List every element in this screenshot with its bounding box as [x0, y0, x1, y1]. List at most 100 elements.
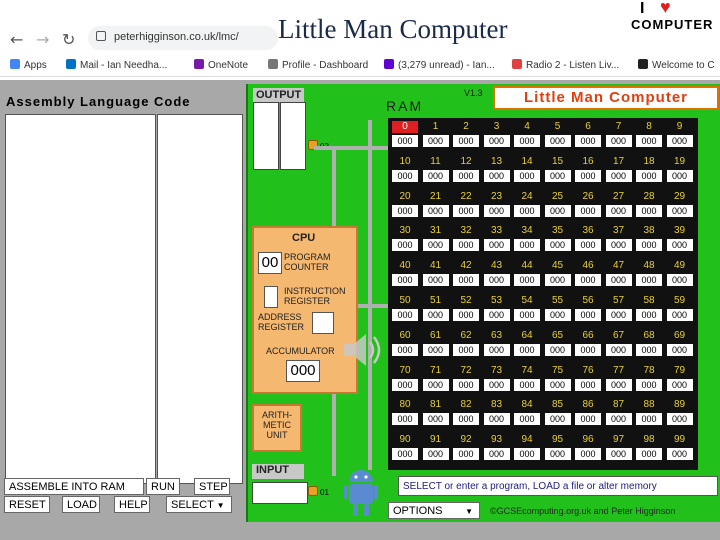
ram-cell-33[interactable]: 33 000 — [483, 225, 510, 252]
ram-cell-44[interactable]: 44 000 — [514, 260, 540, 287]
ram-value[interactable]: 000 — [483, 169, 510, 182]
ram-value[interactable]: 000 — [544, 239, 571, 252]
ram-value[interactable]: 000 — [575, 309, 601, 321]
ram-value[interactable]: 000 — [392, 239, 418, 252]
ram-cell-28[interactable]: 28 000 — [636, 191, 662, 217]
ram-cell-58[interactable]: 58 000 — [636, 295, 662, 321]
ram-cell-76[interactable]: 76 000 — [575, 365, 601, 391]
ram-cell-26[interactable]: 26 000 — [575, 191, 601, 217]
ram-cell-35[interactable]: 35 000 — [544, 225, 571, 252]
ram-value[interactable]: 000 — [636, 169, 662, 182]
ram-value[interactable]: 000 — [392, 309, 418, 321]
ram-cell-77[interactable]: 77 000 — [605, 365, 632, 391]
ram-cell-08[interactable]: 8 000 — [636, 121, 662, 147]
ram-cell-48[interactable]: 48 000 — [636, 260, 662, 287]
bookmark-radio2[interactable]: Radio 2 - Listen Liv... — [512, 59, 619, 71]
ram-value[interactable]: 000 — [392, 274, 418, 287]
ram-cell-11[interactable]: 11 000 — [422, 156, 449, 182]
ram-value[interactable]: 000 — [575, 413, 601, 426]
ram-cell-83[interactable]: 83 000 — [483, 399, 510, 426]
ram-value[interactable]: 000 — [666, 343, 693, 356]
ram-value[interactable]: 000 — [666, 135, 693, 147]
help-button[interactable]: HELP — [114, 496, 150, 513]
ram-cell-64[interactable]: 64 000 — [514, 330, 540, 356]
ram-value[interactable]: 000 — [422, 309, 449, 321]
ram-value[interactable]: 000 — [544, 204, 571, 217]
ram-value[interactable]: 000 — [575, 343, 601, 356]
ram-cell-89[interactable]: 89 000 — [666, 399, 693, 426]
ram-value[interactable]: 000 — [636, 135, 662, 147]
ram-cell-20[interactable]: 20 000 — [392, 191, 418, 217]
ram-cell-81[interactable]: 81 000 — [422, 399, 449, 426]
ram-cell-10[interactable]: 10 000 — [392, 156, 418, 182]
ram-cell-36[interactable]: 36 000 — [575, 225, 601, 252]
ram-cell-07[interactable]: 7 000 — [605, 121, 632, 147]
ram-value[interactable]: 000 — [666, 204, 693, 217]
ram-value[interactable]: 000 — [636, 413, 662, 426]
ram-cell-55[interactable]: 55 000 — [544, 295, 571, 321]
ram-value[interactable]: 000 — [605, 378, 632, 391]
reset-button[interactable]: RESET — [4, 496, 50, 513]
ram-value[interactable]: 000 — [666, 169, 693, 182]
ram-value[interactable]: 000 — [544, 169, 571, 182]
ram-cell-54[interactable]: 54 000 — [514, 295, 540, 321]
ram-cell-27[interactable]: 27 000 — [605, 191, 632, 217]
ram-cell-19[interactable]: 19 000 — [666, 156, 693, 182]
ram-cell-04[interactable]: 4 000 — [514, 121, 540, 147]
ram-value[interactable]: 000 — [453, 239, 479, 252]
ram-value[interactable]: 000 — [605, 274, 632, 287]
ram-value[interactable]: 000 — [544, 413, 571, 426]
ram-cell-60[interactable]: 60 000 — [392, 330, 418, 356]
ram-value[interactable]: 000 — [575, 378, 601, 391]
ram-value[interactable]: 000 — [514, 204, 540, 217]
ram-cell-18[interactable]: 18 000 — [636, 156, 662, 182]
ram-value[interactable]: 000 — [544, 309, 571, 321]
ram-value[interactable]: 000 — [483, 135, 510, 147]
ram-value[interactable]: 000 — [575, 169, 601, 182]
ram-cell-69[interactable]: 69 000 — [666, 330, 693, 356]
ram-value[interactable]: 000 — [514, 413, 540, 426]
ram-value[interactable]: 000 — [392, 413, 418, 426]
ram-cell-24[interactable]: 24 000 — [514, 191, 540, 217]
ram-value[interactable]: 000 — [514, 378, 540, 391]
ram-cell-63[interactable]: 63 000 — [483, 330, 510, 356]
ram-value[interactable]: 000 — [514, 343, 540, 356]
ram-value[interactable]: 000 — [514, 135, 540, 147]
ram-value[interactable]: 000 — [575, 274, 601, 287]
ram-value[interactable]: 000 — [514, 274, 540, 287]
options-dropdown[interactable]: OPTIONS ▼ — [388, 502, 480, 519]
ram-value[interactable]: 000 — [605, 343, 632, 356]
ram-cell-67[interactable]: 67 000 — [605, 330, 632, 356]
reload-icon[interactable]: ↻ — [62, 30, 75, 49]
ram-cell-91[interactable]: 91 000 — [422, 434, 449, 461]
ram-cell-31[interactable]: 31 000 — [422, 225, 449, 252]
ram-cell-98[interactable]: 98 000 — [636, 434, 662, 461]
ram-cell-29[interactable]: 29 000 — [666, 191, 693, 217]
ram-value[interactable]: 000 — [575, 448, 601, 461]
ram-value[interactable]: 000 — [666, 413, 693, 426]
ram-value[interactable]: 000 — [392, 135, 418, 147]
ram-value[interactable]: 000 — [636, 274, 662, 287]
ram-cell-94[interactable]: 94 000 — [514, 434, 540, 461]
ram-cell-03[interactable]: 3 000 — [483, 121, 510, 147]
ram-value[interactable]: 000 — [392, 204, 418, 217]
ram-cell-88[interactable]: 88 000 — [636, 399, 662, 426]
ram-value[interactable]: 000 — [636, 343, 662, 356]
ram-cell-21[interactable]: 21 000 — [422, 191, 449, 217]
ram-cell-06[interactable]: 6 000 — [575, 121, 601, 147]
ram-cell-87[interactable]: 87 000 — [605, 399, 632, 426]
ram-value[interactable]: 000 — [514, 309, 540, 321]
ram-cell-62[interactable]: 62 000 — [453, 330, 479, 356]
ram-cell-74[interactable]: 74 000 — [514, 365, 540, 391]
load-button[interactable]: LOAD — [62, 496, 100, 513]
ram-value[interactable]: 000 — [483, 274, 510, 287]
ram-cell-01[interactable]: 1 000 — [422, 121, 449, 147]
ram-cell-38[interactable]: 38 000 — [636, 225, 662, 252]
ram-value[interactable]: 000 — [544, 448, 571, 461]
ram-cell-95[interactable]: 95 000 — [544, 434, 571, 461]
bookmark-apps[interactable]: Apps — [10, 59, 47, 71]
bookmark-yahoo-mail[interactable]: (3,279 unread) - Ian... — [384, 59, 495, 71]
input-field[interactable] — [252, 482, 308, 504]
ram-value[interactable]: 000 — [422, 378, 449, 391]
ram-value[interactable]: 000 — [392, 343, 418, 356]
